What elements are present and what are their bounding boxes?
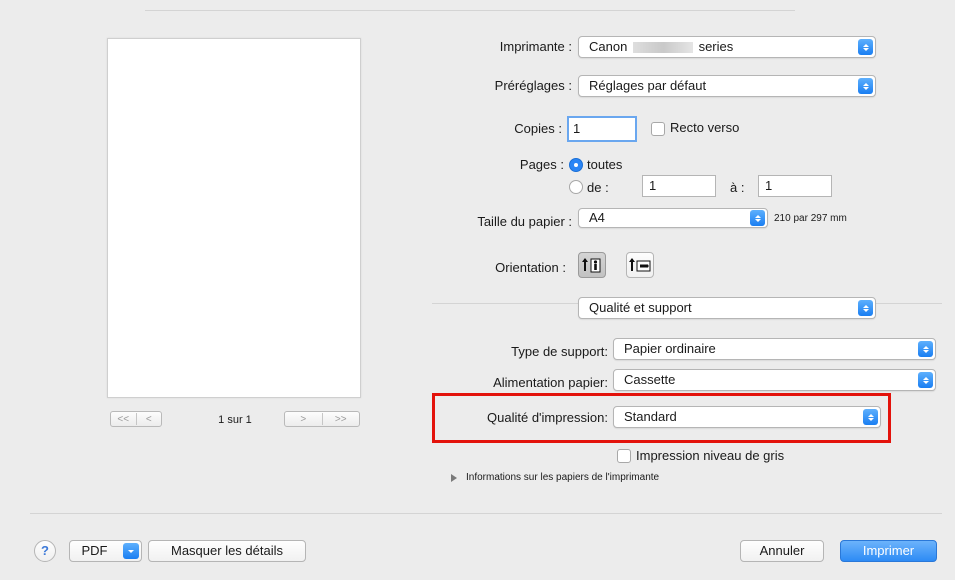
pages-to-input[interactable]: 1: [758, 175, 832, 197]
pages-from-input[interactable]: 1: [642, 175, 716, 197]
last-page-button[interactable]: >>: [323, 414, 360, 425]
printer-popup[interactable]: Canon series: [578, 36, 876, 58]
paper-size-label: Taille du papier :: [477, 214, 572, 229]
portrait-icon: [582, 258, 601, 273]
paper-info-disclosure[interactable]: Informations sur les papiers de l'imprim…: [466, 472, 659, 483]
presets-label: Préréglages :: [494, 78, 572, 93]
popup-arrows-icon: [918, 341, 933, 357]
preview-nav-back-group: << <: [110, 411, 162, 427]
duplex-checkbox[interactable]: [651, 122, 665, 136]
duplex-label: Recto verso: [670, 120, 740, 135]
next-page-button[interactable]: >: [285, 414, 322, 425]
presets-popup[interactable]: Réglages par défaut: [578, 75, 876, 97]
printer-name-prefix: Canon: [589, 39, 628, 54]
orientation-label: Orientation :: [495, 260, 566, 275]
popup-arrows-icon: [750, 210, 765, 226]
copies-input[interactable]: 1: [567, 116, 637, 142]
paper-size-popup[interactable]: A4: [578, 208, 768, 228]
paper-size-value: A4: [589, 210, 605, 225]
printer-name-suffix: series: [698, 39, 734, 54]
first-page-button[interactable]: <<: [111, 414, 136, 425]
preview-nav-forward-group: > >>: [284, 411, 360, 427]
section-popup[interactable]: Qualité et support: [578, 297, 876, 319]
popup-arrows-icon: [858, 300, 873, 316]
media-type-label: Type de support:: [511, 344, 608, 359]
popup-arrows-icon: [858, 78, 873, 94]
page-counter: 1 sur 1: [218, 414, 252, 426]
section-popup-value: Qualité et support: [589, 300, 692, 315]
copies-label: Copies :: [514, 121, 562, 136]
pages-range-radio[interactable]: [569, 180, 583, 194]
media-type-value: Papier ordinaire: [624, 341, 716, 356]
previous-page-button[interactable]: <: [137, 414, 162, 425]
top-divider: [145, 10, 795, 11]
printer-label: Imprimante :: [499, 39, 572, 54]
cancel-button[interactable]: Annuler: [740, 540, 824, 562]
pdf-label: PDF: [81, 543, 108, 558]
help-button[interactable]: ?: [34, 540, 56, 562]
pages-all-label: toutes: [587, 157, 623, 172]
grayscale-label: Impression niveau de gris: [636, 448, 785, 463]
popup-arrows-icon: [858, 39, 873, 55]
landscape-icon: [629, 258, 651, 272]
popup-arrows-icon: [918, 372, 933, 388]
pages-from-label: de :: [587, 180, 609, 195]
media-type-popup[interactable]: Papier ordinaire: [613, 338, 936, 360]
orientation-landscape-button[interactable]: [626, 252, 654, 278]
paper-source-popup[interactable]: Cassette: [613, 369, 936, 391]
pages-label: Pages :: [519, 157, 564, 172]
paper-source-label: Alimentation papier:: [493, 375, 608, 390]
highlight-box: [432, 393, 891, 443]
orientation-portrait-button[interactable]: [578, 252, 606, 278]
printer-model-redacted: [632, 42, 693, 54]
pages-all-radio[interactable]: [569, 158, 583, 172]
page-preview: [107, 38, 361, 398]
footer-divider: [30, 513, 942, 514]
disclosure-triangle-icon[interactable]: [451, 474, 457, 482]
print-button[interactable]: Imprimer: [840, 540, 937, 562]
paper-dimensions: 210 par 297 mm: [774, 213, 847, 224]
pdf-menu-button[interactable]: PDF: [69, 540, 142, 562]
presets-value: Réglages par défaut: [589, 78, 707, 93]
grayscale-checkbox[interactable]: [617, 449, 631, 463]
pages-to-label: à :: [730, 180, 745, 195]
chevron-down-icon: [123, 543, 139, 559]
hide-details-button[interactable]: Masquer les détails: [148, 540, 306, 562]
paper-source-value: Cassette: [624, 372, 676, 387]
